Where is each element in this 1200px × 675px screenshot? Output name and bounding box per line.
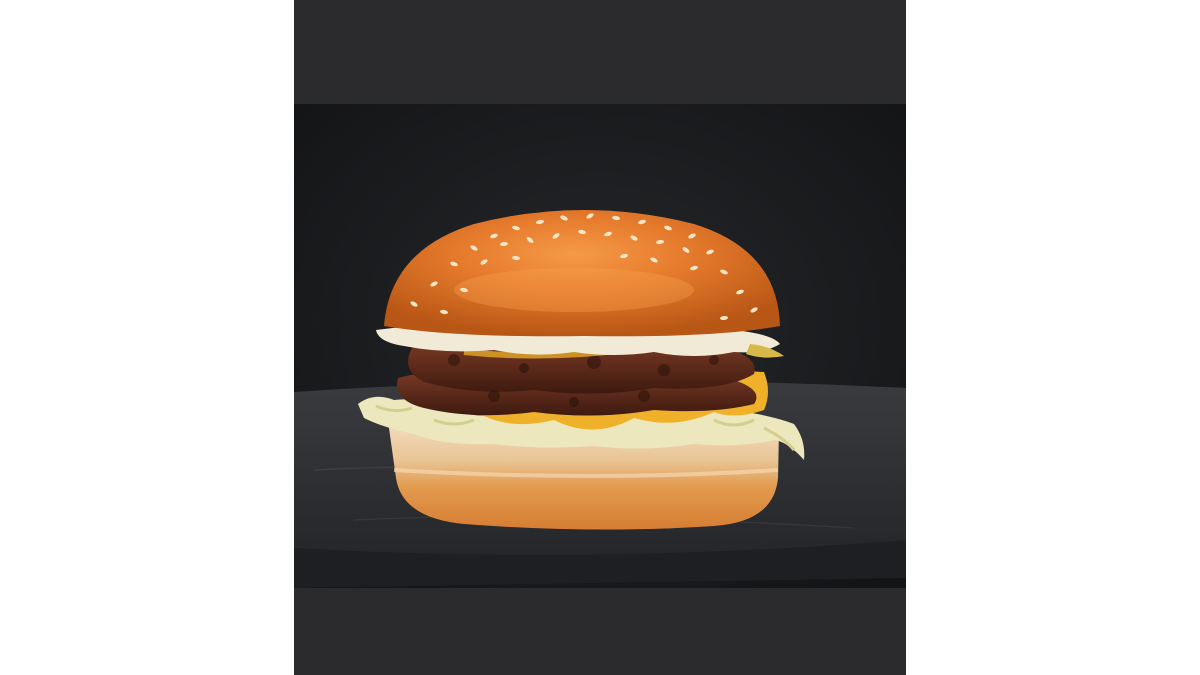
- burger-photo: [294, 0, 906, 675]
- letterbox-top: [294, 0, 906, 104]
- page: [0, 0, 1200, 675]
- burger-photo-svg: [294, 0, 906, 675]
- letterbox-bottom: [294, 588, 906, 675]
